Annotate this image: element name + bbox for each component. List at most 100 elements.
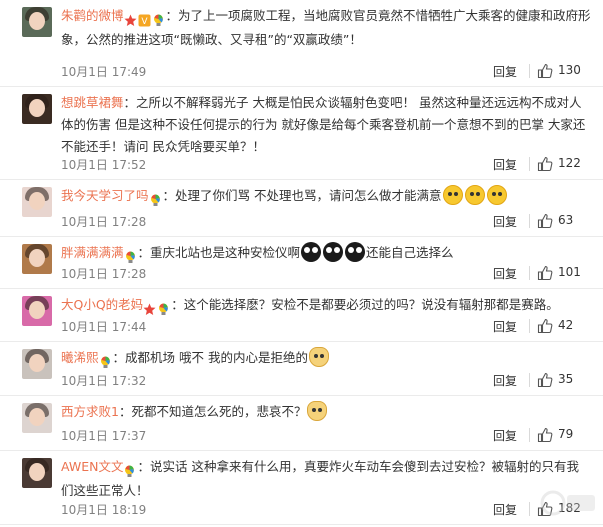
reply-button[interactable]: 回复 xyxy=(493,318,517,335)
comment-time: 10月1日 17:32 xyxy=(61,374,147,388)
username-link[interactable]: 西方求败1 xyxy=(61,404,119,419)
username-link[interactable]: 朱鹳的微博 xyxy=(61,8,124,23)
comment-content: ：之所以不解释弱光子 大概是怕民众谈辐射色变吧！ 虽然这种量还远远构不成对人体的… xyxy=(61,95,586,154)
watermark-logo-icon xyxy=(539,483,599,523)
action-divider xyxy=(529,502,530,516)
black-face-emoji-icon xyxy=(301,242,322,262)
colorful-bulb-badge-icon[interactable] xyxy=(99,354,112,368)
black-face-emoji-icon xyxy=(345,242,366,262)
svg-text:V: V xyxy=(141,17,148,27)
like-button[interactable]: 101 xyxy=(537,264,591,282)
comment-text-block: 西方求败1：死都不知道怎么死的，悲哀不？ xyxy=(61,401,591,423)
avatar[interactable] xyxy=(22,94,52,124)
comment-content: ：成都机场 哦不 我的内心是拒绝的 xyxy=(112,350,308,365)
colorful-bulb-badge-icon[interactable] xyxy=(124,249,137,263)
username-link[interactable]: 大Q小Q的老妈 xyxy=(61,297,143,312)
comment-meta: 10月1日 17:32 回复 35 xyxy=(61,371,591,389)
reply-button[interactable]: 回复 xyxy=(493,213,517,230)
reply-button[interactable]: 回复 xyxy=(493,372,517,389)
comment-item: 曦浠熙 ：成都机场 哦不 我的内心是拒绝的 10月1日 17:32 回复 35 xyxy=(0,342,603,396)
comment-time: 10月1日 17:37 xyxy=(61,429,147,443)
comment-meta: 10月1日 17:52 回复 122 xyxy=(61,155,591,173)
username-link[interactable]: AWEN文文 xyxy=(61,459,123,474)
username-link[interactable]: 曦浠熙 xyxy=(61,350,99,365)
reply-button[interactable]: 回复 xyxy=(493,265,517,282)
reply-button[interactable]: 回复 xyxy=(493,501,517,518)
action-divider xyxy=(529,428,530,442)
like-count: 35 xyxy=(558,372,574,386)
like-button[interactable]: 42 xyxy=(537,317,591,335)
username-link[interactable]: 我今天学习了吗 xyxy=(61,188,149,203)
comment-content-tail: 还能自己选择么 xyxy=(366,245,454,260)
user-badges xyxy=(149,187,163,209)
smile-emoji-icon xyxy=(442,185,463,205)
username-link[interactable]: 想跳草裙舞 xyxy=(61,95,124,110)
colorful-bulb-badge-icon[interactable] xyxy=(157,301,170,315)
colorful-bulb-badge-icon[interactable] xyxy=(149,192,162,206)
comment-text-block: 朱鹳的微博 V ：为了上一项腐败工程，当地腐败官员竟然不惜牺牲广大乘客的健康和政府形… xyxy=(61,5,591,51)
comment-meta: 10月1日 17:44 回复 42 xyxy=(61,317,591,335)
black-face-emoji-icon xyxy=(323,242,344,262)
comment-text-block: 大Q小Q的老妈 ：这个能选择麽？安检不是都要必须过的吗？说没有辐射那都是赛路。 xyxy=(61,294,591,318)
user-badges xyxy=(143,296,171,318)
like-button[interactable]: 122 xyxy=(537,155,591,173)
star-badge-icon[interactable] xyxy=(143,301,156,315)
colorful-bulb-badge-icon[interactable] xyxy=(152,12,165,26)
comment-meta: 10月1日 17:37 回复 79 xyxy=(61,426,591,444)
comment-meta: 10月1日 17:28 回复 63 xyxy=(61,212,591,230)
doge-emoji-icon xyxy=(307,401,328,421)
username-link[interactable]: 胖满满满满 xyxy=(61,245,124,260)
action-divider xyxy=(529,64,530,78)
avatar[interactable] xyxy=(22,187,52,217)
like-count: 122 xyxy=(558,156,581,170)
smile-emoji-icon xyxy=(486,185,507,205)
avatar[interactable] xyxy=(22,7,52,37)
like-count: 42 xyxy=(558,318,574,332)
like-button[interactable]: 63 xyxy=(537,212,591,230)
comment-text-block: 胖满满满满 ：重庆北站也是这种安检仪啊 还能自己选择么 xyxy=(61,242,591,266)
like-count: 101 xyxy=(558,265,581,279)
comment-item: 我今天学习了吗 ：处理了你们骂 不处理也骂，请问怎么做才能满意 10月1日 17:2… xyxy=(0,180,603,237)
comment-content: ：说实话 这种拿来有什么用，真要炸火车动车会傻到去过安检？被辐射的只有我们这些正… xyxy=(61,459,579,498)
comment-meta: 10月1日 18:19回复182 xyxy=(61,500,591,518)
star-badge-icon[interactable] xyxy=(124,12,137,26)
user-badges xyxy=(99,349,113,371)
avatar[interactable] xyxy=(22,458,52,488)
avatar[interactable] xyxy=(22,349,52,379)
comment-item: AWEN文文 ：说实话 这种拿来有什么用，真要炸火车动车会傻到去过安检？被辐射的只… xyxy=(0,451,603,525)
colorful-bulb-badge-icon[interactable] xyxy=(123,463,136,477)
action-divider xyxy=(529,266,530,280)
reply-button[interactable]: 回复 xyxy=(493,156,517,173)
doge-emoji-icon xyxy=(308,347,329,367)
like-count: 130 xyxy=(558,63,581,77)
reply-button[interactable]: 回复 xyxy=(493,427,517,444)
like-button[interactable]: 130 xyxy=(537,62,591,80)
reply-button[interactable]: 回复 xyxy=(493,63,517,80)
like-button[interactable]: 79 xyxy=(537,426,591,444)
comment-content: ：处理了你们骂 不处理也骂，请问怎么做才能满意 xyxy=(162,188,442,203)
like-count: 79 xyxy=(558,427,574,441)
action-divider xyxy=(529,214,530,228)
like-count: 63 xyxy=(558,213,574,227)
comment-time: 10月1日 18:19 xyxy=(61,503,147,517)
user-badges xyxy=(123,458,137,480)
vip-badge-icon[interactable]: V xyxy=(138,12,151,27)
comment-time: 10月1日 17:49 xyxy=(61,65,147,79)
action-divider xyxy=(529,373,530,387)
action-divider xyxy=(529,319,530,333)
comment-meta: 10月1日 17:49 回复 130 xyxy=(61,62,591,80)
comment-item: 想跳草裙舞：之所以不解释弱光子 大概是怕民众谈辐射色变吧！ 虽然这种量还远远构不… xyxy=(0,87,603,180)
comment-text-block: 曦浠熙 ：成都机场 哦不 我的内心是拒绝的 xyxy=(61,347,591,371)
smile-emoji-icon xyxy=(464,185,485,205)
avatar[interactable] xyxy=(22,296,52,326)
user-badges xyxy=(124,244,138,266)
comment-meta: 10月1日 17:28 回复 101 xyxy=(61,264,591,282)
comment-item: 胖满满满满 ：重庆北站也是这种安检仪啊 还能自己选择么 10月1日 17:28 回复 10… xyxy=(0,237,603,289)
comment-time: 10月1日 17:52 xyxy=(61,158,147,172)
comment-content: ：死都不知道怎么死的，悲哀不？ xyxy=(118,404,307,419)
avatar[interactable] xyxy=(22,403,52,433)
avatar[interactable] xyxy=(22,244,52,274)
like-button[interactable]: 35 xyxy=(537,371,591,389)
comment-time: 10月1日 17:28 xyxy=(61,267,147,281)
comment-text-block: 想跳草裙舞：之所以不解释弱光子 大概是怕民众谈辐射色变吧！ 虽然这种量还远远构不… xyxy=(61,92,591,158)
